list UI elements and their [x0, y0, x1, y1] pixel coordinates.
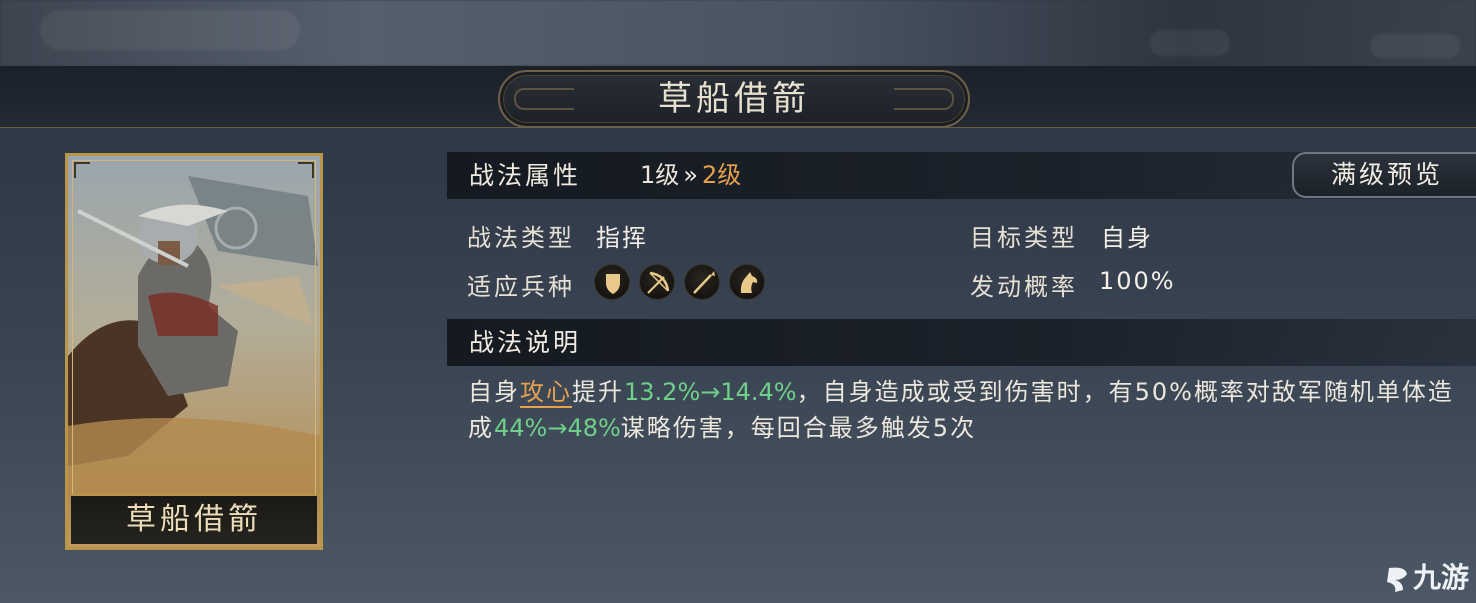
card-corner [74, 162, 90, 178]
description-header: 战法说明 [447, 319, 1476, 366]
spear-icon[interactable] [684, 264, 720, 300]
desc-text: 谋略伤害，每回合最多触发5次 [620, 414, 977, 442]
value-range: 13.2%→14.4% [624, 378, 797, 406]
bow-icon[interactable] [639, 264, 675, 300]
card-corner [298, 162, 314, 178]
trigger-chance-value: 100% [1099, 267, 1176, 295]
value-range: 44%→48% [494, 414, 621, 442]
card-name: 草船借箭 [126, 502, 262, 537]
level-to: 2级 [701, 161, 742, 189]
trigger-chance-label: 发动概率 [970, 273, 1078, 301]
horse-icon[interactable] [729, 264, 765, 300]
troop-types-label: 适应兵种 [467, 273, 575, 301]
keyword-link[interactable]: 攻心 [520, 378, 572, 408]
site-logo-icon [1387, 567, 1407, 592]
tactic-description: 自身攻心提升13.2%→14.4%，自身造成或受到伤害时，有50%概率对敌军随机… [468, 374, 1468, 446]
desc-text: 自身 [468, 378, 520, 406]
target-type-value: 自身 [1101, 224, 1153, 252]
card-inner-frame [72, 160, 316, 543]
watermark: 九游 [1383, 556, 1469, 600]
double-chevron-icon: » [683, 161, 697, 189]
page-title: 草船借箭 [658, 79, 810, 119]
desc-text: 提升 [572, 378, 624, 406]
max-level-preview-button[interactable]: 满级预览 [1292, 152, 1476, 198]
tactic-type-value: 指挥 [596, 224, 648, 252]
description-title: 战法说明 [469, 328, 582, 357]
tactic-card[interactable]: 草船借箭 [65, 153, 323, 550]
level-upgrade: 1级» 2级 [640, 152, 741, 199]
card-name-bar: 草船借箭 [71, 494, 317, 544]
target-type-label: 目标类型 [970, 224, 1078, 252]
tactic-type-label: 战法类型 [467, 224, 575, 252]
watermark-text: 九游 [1413, 561, 1470, 594]
attributes-title: 战法属性 [469, 161, 582, 190]
background-strip [0, 0, 1476, 66]
shield-icon[interactable] [594, 264, 630, 300]
level-from: 1级 [640, 161, 680, 189]
